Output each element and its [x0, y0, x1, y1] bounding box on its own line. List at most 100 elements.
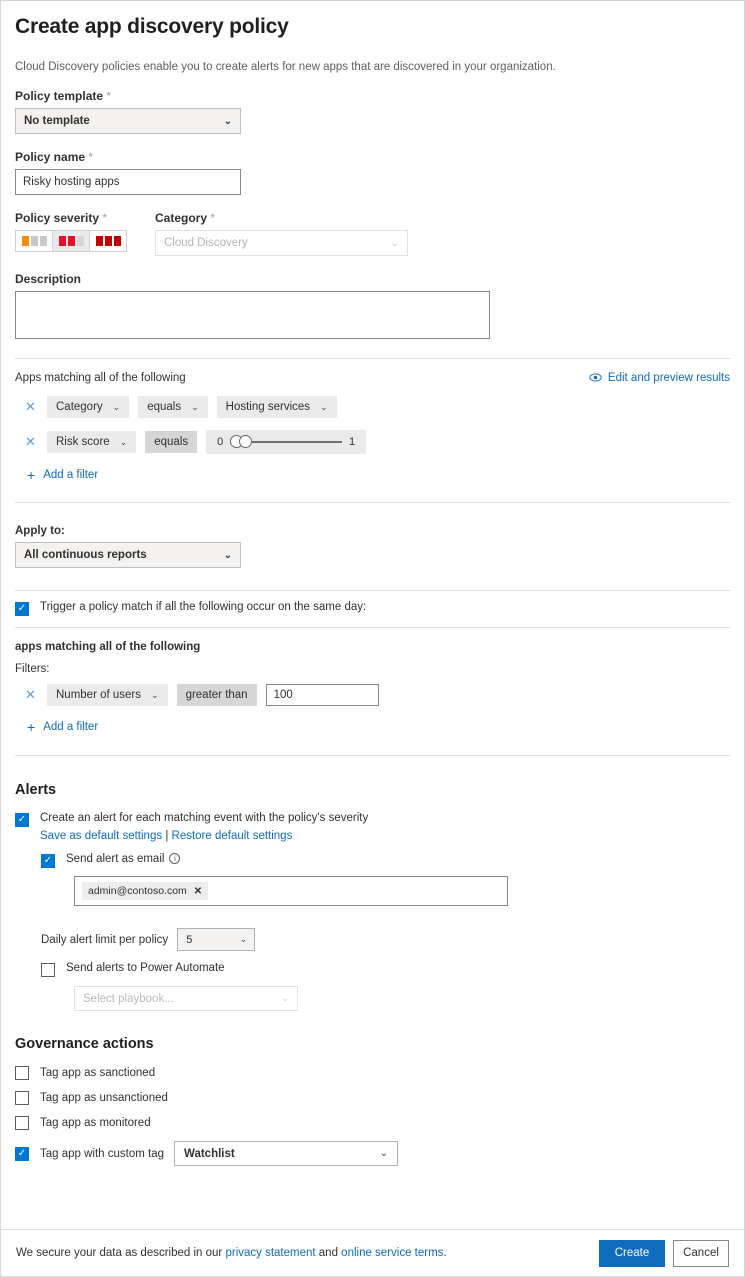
send-alert-email-label: Send alert as email: [66, 853, 164, 865]
severity-medium-button[interactable]: [52, 230, 90, 252]
tag-sanctioned-checkbox[interactable]: [15, 1066, 29, 1080]
severity-bar-empty: [40, 236, 47, 246]
chevron-down-icon: ⌄: [151, 690, 159, 701]
tag-monitored-checkbox[interactable]: [15, 1116, 29, 1130]
slider-thumb-max[interactable]: [239, 435, 252, 448]
chevron-down-icon: ⌄: [281, 993, 289, 1004]
tag-custom-checkbox[interactable]: [15, 1147, 29, 1161]
send-email-row: Send alert as email i: [41, 853, 730, 868]
filter-operator-label: equals: [145, 431, 197, 453]
custom-tag-value: Watchlist: [184, 1148, 235, 1160]
required-asterisk: *: [102, 211, 107, 225]
governance-item: Tag app with custom tag Watchlist ⌄: [15, 1141, 730, 1166]
alerts-heading: Alerts: [15, 782, 730, 798]
severity-bar-filled: [114, 236, 121, 246]
daily-alert-limit-select[interactable]: 5 ⌄: [177, 928, 255, 951]
filter-operator-select[interactable]: equals ⌄: [138, 396, 207, 418]
divider: [15, 627, 730, 628]
severity-bar-filled: [22, 236, 29, 246]
restore-default-settings-link[interactable]: Restore default settings: [172, 830, 293, 842]
page-title: Create app discovery policy: [15, 1, 730, 39]
risk-score-slider[interactable]: 0 1: [206, 430, 366, 454]
trigger-filter-value-input[interactable]: 100: [266, 684, 379, 706]
close-icon[interactable]: ✕: [194, 886, 202, 897]
policy-severity-label: Policy severity *: [15, 211, 155, 225]
divider: [15, 502, 730, 503]
email-chip: admin@contoso.com ✕: [82, 882, 208, 900]
divider: [15, 590, 730, 591]
filter-row: ✕ Category ⌄ equals ⌄ Hosting services ⌄: [15, 396, 730, 418]
severity-bar-filled: [105, 236, 112, 246]
edit-preview-results-label: Edit and preview results: [608, 372, 730, 384]
severity-high-button[interactable]: [89, 230, 127, 252]
apply-to-select[interactable]: All continuous reports ⌄: [15, 542, 241, 568]
privacy-notice: We secure your data as described in our …: [16, 1247, 447, 1259]
trigger-add-filter-button[interactable]: + Add a filter: [15, 719, 730, 735]
custom-tag-select[interactable]: Watchlist ⌄: [174, 1141, 398, 1166]
divider: [15, 755, 730, 756]
tag-sanctioned-label: Tag app as sanctioned: [40, 1067, 155, 1079]
severity-bar-filled: [68, 236, 75, 246]
tag-monitored-label: Tag app as monitored: [40, 1117, 151, 1129]
filter-field-select[interactable]: Category ⌄: [47, 396, 129, 418]
privacy-text-before: We secure your data as described in our: [16, 1247, 225, 1259]
send-alert-email-checkbox[interactable]: [41, 854, 55, 868]
severity-bar-filled: [59, 236, 66, 246]
divider: [15, 358, 730, 359]
chevron-down-icon: ⌄: [240, 934, 248, 945]
policy-template-select[interactable]: No template ⌄: [15, 108, 241, 134]
playbook-placeholder: Select playbook...: [83, 993, 174, 1005]
trigger-subheading: apps matching all of the following: [15, 641, 730, 653]
power-automate-row: Send alerts to Power Automate: [41, 962, 730, 977]
remove-filter-icon[interactable]: ✕: [25, 687, 47, 703]
filter-value-select[interactable]: Hosting services ⌄: [217, 396, 337, 418]
category-value: Cloud Discovery: [164, 237, 248, 249]
plus-icon: +: [27, 467, 35, 483]
trigger-checkbox-row: Trigger a policy match if all the follow…: [15, 601, 730, 616]
create-alert-checkbox[interactable]: [15, 813, 29, 827]
power-automate-label: Send alerts to Power Automate: [66, 962, 225, 974]
slider-max-label: 1: [349, 436, 355, 448]
severity-low-button[interactable]: [15, 230, 53, 252]
filter-row: ✕ Risk score ⌄ equals 0 1: [15, 430, 730, 454]
edit-preview-results-link[interactable]: Edit and preview results: [589, 371, 730, 384]
severity-bar-filled: [96, 236, 103, 246]
remove-filter-icon[interactable]: ✕: [25, 434, 47, 450]
daily-alert-limit-row: Daily alert limit per policy 5 ⌄: [41, 928, 730, 951]
slider-track[interactable]: [230, 441, 342, 443]
tag-unsanctioned-checkbox[interactable]: [15, 1091, 29, 1105]
add-filter-button[interactable]: + Add a filter: [15, 467, 730, 483]
email-chip-label: admin@contoso.com: [88, 885, 187, 897]
policy-name-label: Policy name *: [15, 150, 730, 164]
policy-severity-group[interactable]: [15, 230, 155, 252]
power-automate-checkbox[interactable]: [41, 963, 55, 977]
playbook-select[interactable]: Select playbook... ⌄: [74, 986, 298, 1011]
trigger-filter-field-select[interactable]: Number of users ⌄: [47, 684, 168, 706]
remove-filter-icon[interactable]: ✕: [25, 399, 47, 415]
daily-alert-limit-label: Daily alert limit per policy: [41, 934, 168, 946]
privacy-text-after: .: [443, 1247, 446, 1259]
required-asterisk: *: [210, 211, 215, 225]
save-default-settings-link[interactable]: Save as default settings: [40, 830, 162, 842]
privacy-statement-link[interactable]: privacy statement: [225, 1247, 315, 1259]
governance-item: Tag app as unsanctioned: [15, 1091, 730, 1105]
info-icon[interactable]: i: [169, 853, 180, 864]
chevron-down-icon: ⌄: [120, 437, 128, 448]
required-asterisk: *: [106, 89, 111, 103]
trigger-checkbox-label: Trigger a policy match if all the follow…: [40, 601, 366, 613]
email-recipients-input[interactable]: admin@contoso.com ✕: [74, 876, 508, 906]
cancel-button[interactable]: Cancel: [673, 1240, 729, 1267]
trigger-filters-label: Filters:: [15, 663, 730, 675]
category-select: Cloud Discovery ⌄: [155, 230, 408, 256]
chevron-down-icon: ⌄: [113, 402, 121, 413]
description-textarea[interactable]: [15, 291, 490, 339]
policy-name-input[interactable]: Risky hosting apps: [15, 169, 241, 195]
trigger-checkbox[interactable]: [15, 602, 29, 616]
online-service-terms-link[interactable]: online service terms: [341, 1247, 443, 1259]
governance-item: Tag app as sanctioned: [15, 1066, 730, 1080]
privacy-text-middle: and: [316, 1247, 342, 1259]
create-button[interactable]: Create: [599, 1240, 665, 1267]
tag-unsanctioned-label: Tag app as unsanctioned: [40, 1092, 168, 1104]
filter-field-select[interactable]: Risk score ⌄: [47, 431, 136, 453]
add-filter-label: Add a filter: [43, 721, 98, 733]
